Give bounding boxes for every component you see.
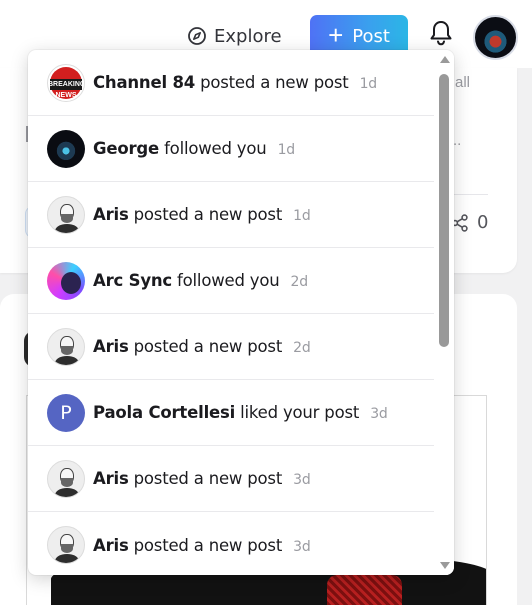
- channel-avatar: BREAKING NEWS: [47, 63, 85, 102]
- plus-icon: +: [328, 19, 344, 50]
- notification-action: posted a new post: [200, 73, 349, 92]
- bell-icon: [430, 21, 452, 46]
- notification-item[interactable]: Aris posted a new post 2d: [28, 314, 434, 380]
- notification-action: posted a new post: [133, 205, 283, 224]
- post-image-detail: [327, 575, 402, 605]
- notification-actor: Arc Sync: [93, 271, 172, 290]
- scroll-down-arrow-icon[interactable]: [440, 562, 450, 569]
- user-avatar: [47, 327, 85, 366]
- scrollbar-thumb[interactable]: [439, 74, 449, 347]
- user-avatar[interactable]: [473, 15, 518, 60]
- notification-action: posted a new post: [133, 535, 283, 555]
- notification-action: posted a new post: [133, 337, 283, 356]
- notifications-button[interactable]: [428, 19, 454, 47]
- user-avatar: [47, 261, 85, 300]
- notification-actor: Aris: [93, 469, 129, 488]
- post-divider: [450, 194, 488, 195]
- post-text-fragment: all: [455, 74, 471, 91]
- post-text-ellipsis: ..: [453, 132, 462, 149]
- notification-actor: Aris: [93, 205, 129, 224]
- notification-time: 1d: [359, 76, 378, 92]
- share-button[interactable]: 0: [451, 212, 488, 233]
- notification-action: liked your post: [240, 403, 360, 422]
- notification-item[interactable]: P Paola Cortellesi liked your post 3d: [28, 380, 434, 446]
- notification-time: 1d: [293, 208, 311, 224]
- user-avatar: [47, 195, 85, 234]
- user-avatar: [47, 129, 85, 168]
- notifications-dropdown: BREAKING NEWS Channel 84 posted a new po…: [28, 50, 454, 575]
- notification-action: followed you: [177, 271, 280, 290]
- notification-time: 2d: [293, 340, 311, 356]
- user-avatar: [47, 526, 85, 564]
- share-count: 0: [477, 212, 489, 233]
- user-avatar: P: [47, 393, 85, 432]
- notification-item[interactable]: BREAKING NEWS Channel 84 posted a new po…: [28, 50, 434, 116]
- notifications-list: BREAKING NEWS Channel 84 posted a new po…: [28, 50, 434, 575]
- new-post-label: Post: [352, 25, 390, 47]
- notification-time: 2d: [290, 274, 309, 290]
- notification-time: 3d: [370, 406, 388, 422]
- user-avatar: [47, 459, 85, 498]
- notification-actor: Aris: [93, 337, 129, 356]
- notification-actor: Aris: [93, 535, 129, 555]
- notification-actor: George: [93, 139, 160, 158]
- notification-action: followed you: [164, 139, 267, 158]
- notification-actor: Paola Cortellesi: [93, 403, 236, 422]
- notifications-scrollbar[interactable]: [434, 50, 454, 575]
- notification-actor: Channel 84: [93, 73, 196, 92]
- notification-item[interactable]: Aris posted a new post 3d: [28, 446, 434, 512]
- scroll-up-arrow-icon[interactable]: [440, 56, 450, 63]
- explore-label: Explore: [214, 25, 282, 47]
- notification-time: 3d: [293, 472, 311, 488]
- explore-link[interactable]: Explore: [187, 22, 282, 50]
- notification-item[interactable]: George followed you 1d: [28, 116, 434, 182]
- compass-icon: [188, 27, 206, 45]
- notification-item[interactable]: Aris posted a new post 1d: [28, 182, 434, 248]
- notification-time: 3d: [293, 538, 311, 555]
- notification-time: 1d: [277, 142, 296, 158]
- notification-action: posted a new post: [133, 469, 283, 488]
- notification-item[interactable]: Arc Sync followed you 2d: [28, 248, 434, 314]
- notification-item[interactable]: Aris posted a new post 3d: [28, 512, 434, 575]
